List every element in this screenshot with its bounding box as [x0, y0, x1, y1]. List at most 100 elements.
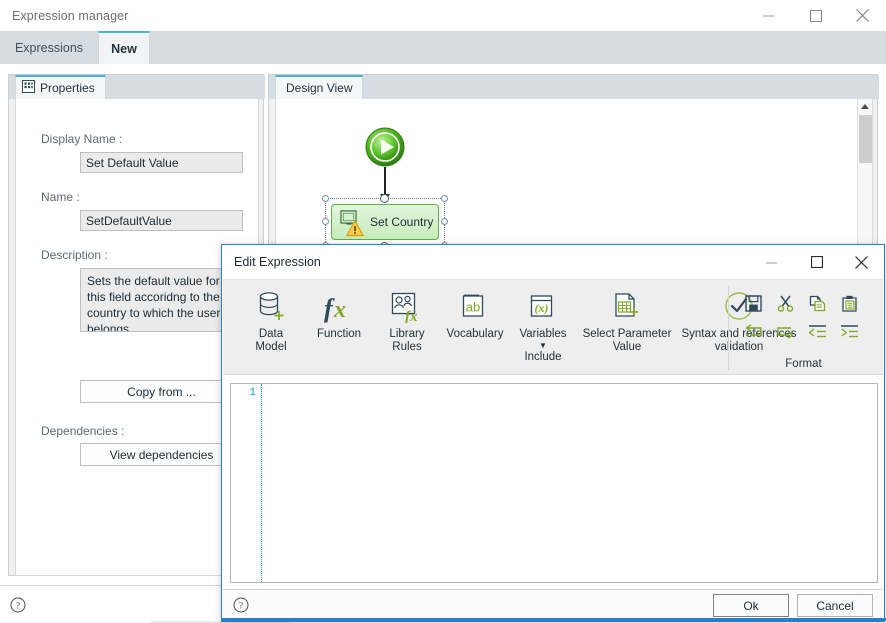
dialog-footer: ? Ok Cancel: [223, 590, 883, 621]
ribbon-function-button[interactable]: f x Function: [305, 280, 373, 341]
dependencies-label: Dependencies :: [41, 424, 125, 438]
warning-icon: [346, 220, 364, 240]
decrease-indent-button[interactable]: [802, 320, 832, 346]
ribbon-select-parameter-value-label-2: Value: [612, 341, 642, 353]
ribbon-library-rules-label-1: Library: [389, 328, 425, 340]
ribbon-select-parameter-value-label-1: Select Parameter: [582, 328, 672, 340]
tab-expressions[interactable]: Expressions: [0, 31, 98, 64]
cancel-button[interactable]: Cancel: [797, 594, 873, 617]
scroll-up-arrow-icon[interactable]: [858, 99, 872, 114]
resize-handle-nw[interactable]: [322, 195, 329, 202]
undo-button[interactable]: [738, 320, 768, 346]
dialog-action-buttons: Ok Cancel: [713, 594, 873, 617]
dialog-help-icon[interactable]: ?: [233, 597, 249, 613]
name-label: Name :: [41, 190, 80, 204]
expression-manager-window: Expression manager Expressions New Prope…: [0, 0, 886, 623]
ribbon-include-group: Data Model f x Function fx Library Rules…: [237, 280, 801, 376]
ribbon-vocabulary-button[interactable]: ab Vocabulary: [441, 280, 509, 341]
node-set-country-label: Set Country: [370, 215, 434, 229]
svg-text:x: x: [333, 297, 346, 323]
tab-new-label: New: [111, 41, 137, 56]
main-tab-strip: Expressions New: [0, 31, 886, 64]
tab-expressions-label: Expressions: [14, 40, 84, 55]
ribbon-variables-label-1: Variables: [519, 328, 567, 340]
fx-icon: f x: [320, 286, 358, 328]
tab-properties[interactable]: Properties: [15, 75, 106, 99]
scissors-icon: [777, 295, 794, 315]
ribbon-variables-button[interactable]: (x) Variables ▼ Include: [509, 280, 577, 363]
format-button-grid: [738, 292, 864, 346]
ribbon-data-model-button[interactable]: Data Model: [237, 280, 305, 354]
design-tab-row: Design View: [269, 75, 879, 99]
copy-from-button[interactable]: Copy from ...: [80, 380, 243, 403]
redo-button[interactable]: [770, 320, 800, 346]
save-floppy-icon: [744, 295, 762, 315]
resize-handle-ne[interactable]: [441, 195, 448, 202]
edit-expression-dialog: Edit Expression Data Model f x Function …: [221, 244, 886, 622]
copy-icon: [809, 295, 826, 315]
increase-indent-button[interactable]: [834, 320, 864, 346]
ok-button[interactable]: Ok: [713, 594, 789, 617]
resize-handle-w[interactable]: [322, 218, 329, 225]
view-dependencies-button[interactable]: View dependencies: [80, 443, 243, 466]
ribbon-vocabulary-label-1: Vocabulary: [446, 328, 504, 340]
help-icon[interactable]: ?: [10, 597, 26, 613]
dialog-ribbon: Data Model f x Function fx Library Rules…: [223, 279, 883, 375]
minimize-button[interactable]: [745, 0, 792, 31]
display-name-field[interactable]: Set Default Value: [80, 152, 243, 173]
tab-new[interactable]: New: [98, 31, 150, 64]
description-label: Description :: [41, 248, 108, 262]
ribbon-include-group-label: Include: [524, 351, 562, 363]
scrollbar-thumb[interactable]: [859, 115, 872, 163]
cut-button[interactable]: [770, 292, 800, 318]
tab-properties-label: Properties: [40, 81, 95, 95]
ribbon-format-group: Format: [726, 280, 881, 376]
connection-point-top[interactable]: [380, 194, 389, 203]
ribbon-library-rules-button[interactable]: fx Library Rules: [373, 280, 441, 354]
chevron-down-icon[interactable]: ▼: [539, 341, 547, 350]
maximize-button[interactable]: [792, 0, 839, 31]
tab-design-view-label: Design View: [286, 81, 353, 95]
dialog-title: Edit Expression: [234, 255, 321, 269]
tab-design-view[interactable]: Design View: [275, 75, 364, 99]
dialog-maximize-button[interactable]: [794, 245, 839, 279]
expression-editor[interactable]: 1: [230, 383, 878, 583]
dialog-close-button[interactable]: [839, 245, 884, 279]
table-add-icon: [612, 286, 642, 328]
vocabulary-ab-icon: ab: [460, 286, 490, 328]
ribbon-library-rules-label-2: Rules: [392, 341, 422, 353]
name-field[interactable]: SetDefaultValue: [80, 210, 243, 231]
window-title: Expression manager: [12, 8, 129, 23]
ribbon-data-model-label-1: Data: [258, 328, 284, 340]
variables-x-icon: (x): [528, 286, 558, 328]
properties-icon: [22, 80, 35, 96]
redo-arrow-icon: [776, 324, 795, 342]
svg-text:(x): (x): [535, 301, 549, 315]
editor-gutter: 1: [231, 384, 261, 582]
dialog-window-controls: [749, 245, 884, 279]
dialog-minimize-button[interactable]: [749, 245, 794, 279]
svg-text:ab: ab: [466, 300, 480, 315]
line-number-1: 1: [249, 387, 256, 399]
ribbon-data-model-label-2: Model: [255, 341, 287, 353]
library-rules-icon: fx: [391, 286, 423, 328]
editor-code-area[interactable]: [262, 384, 877, 582]
dialog-bottom-accent: [222, 618, 886, 621]
description-field[interactable]: Sets the default value for this field ac…: [80, 268, 243, 332]
paste-icon: [841, 295, 858, 315]
main-title-bar: Expression manager: [0, 0, 886, 31]
copy-button[interactable]: [802, 292, 832, 318]
svg-text:fx: fx: [405, 309, 418, 323]
window-controls: [745, 0, 886, 31]
increase-indent-icon: [840, 324, 859, 342]
properties-tab-row: Properties: [9, 75, 265, 99]
node-set-country[interactable]: Set Country: [331, 204, 439, 240]
display-name-label: Display Name :: [41, 132, 123, 146]
paste-button[interactable]: [834, 292, 864, 318]
close-button[interactable]: [839, 0, 886, 31]
start-node[interactable]: [365, 127, 405, 167]
database-add-icon: [256, 286, 286, 328]
save-button[interactable]: [738, 292, 768, 318]
ribbon-select-parameter-value-button[interactable]: Select Parameter Value: [577, 280, 677, 354]
resize-handle-e[interactable]: [441, 218, 448, 225]
